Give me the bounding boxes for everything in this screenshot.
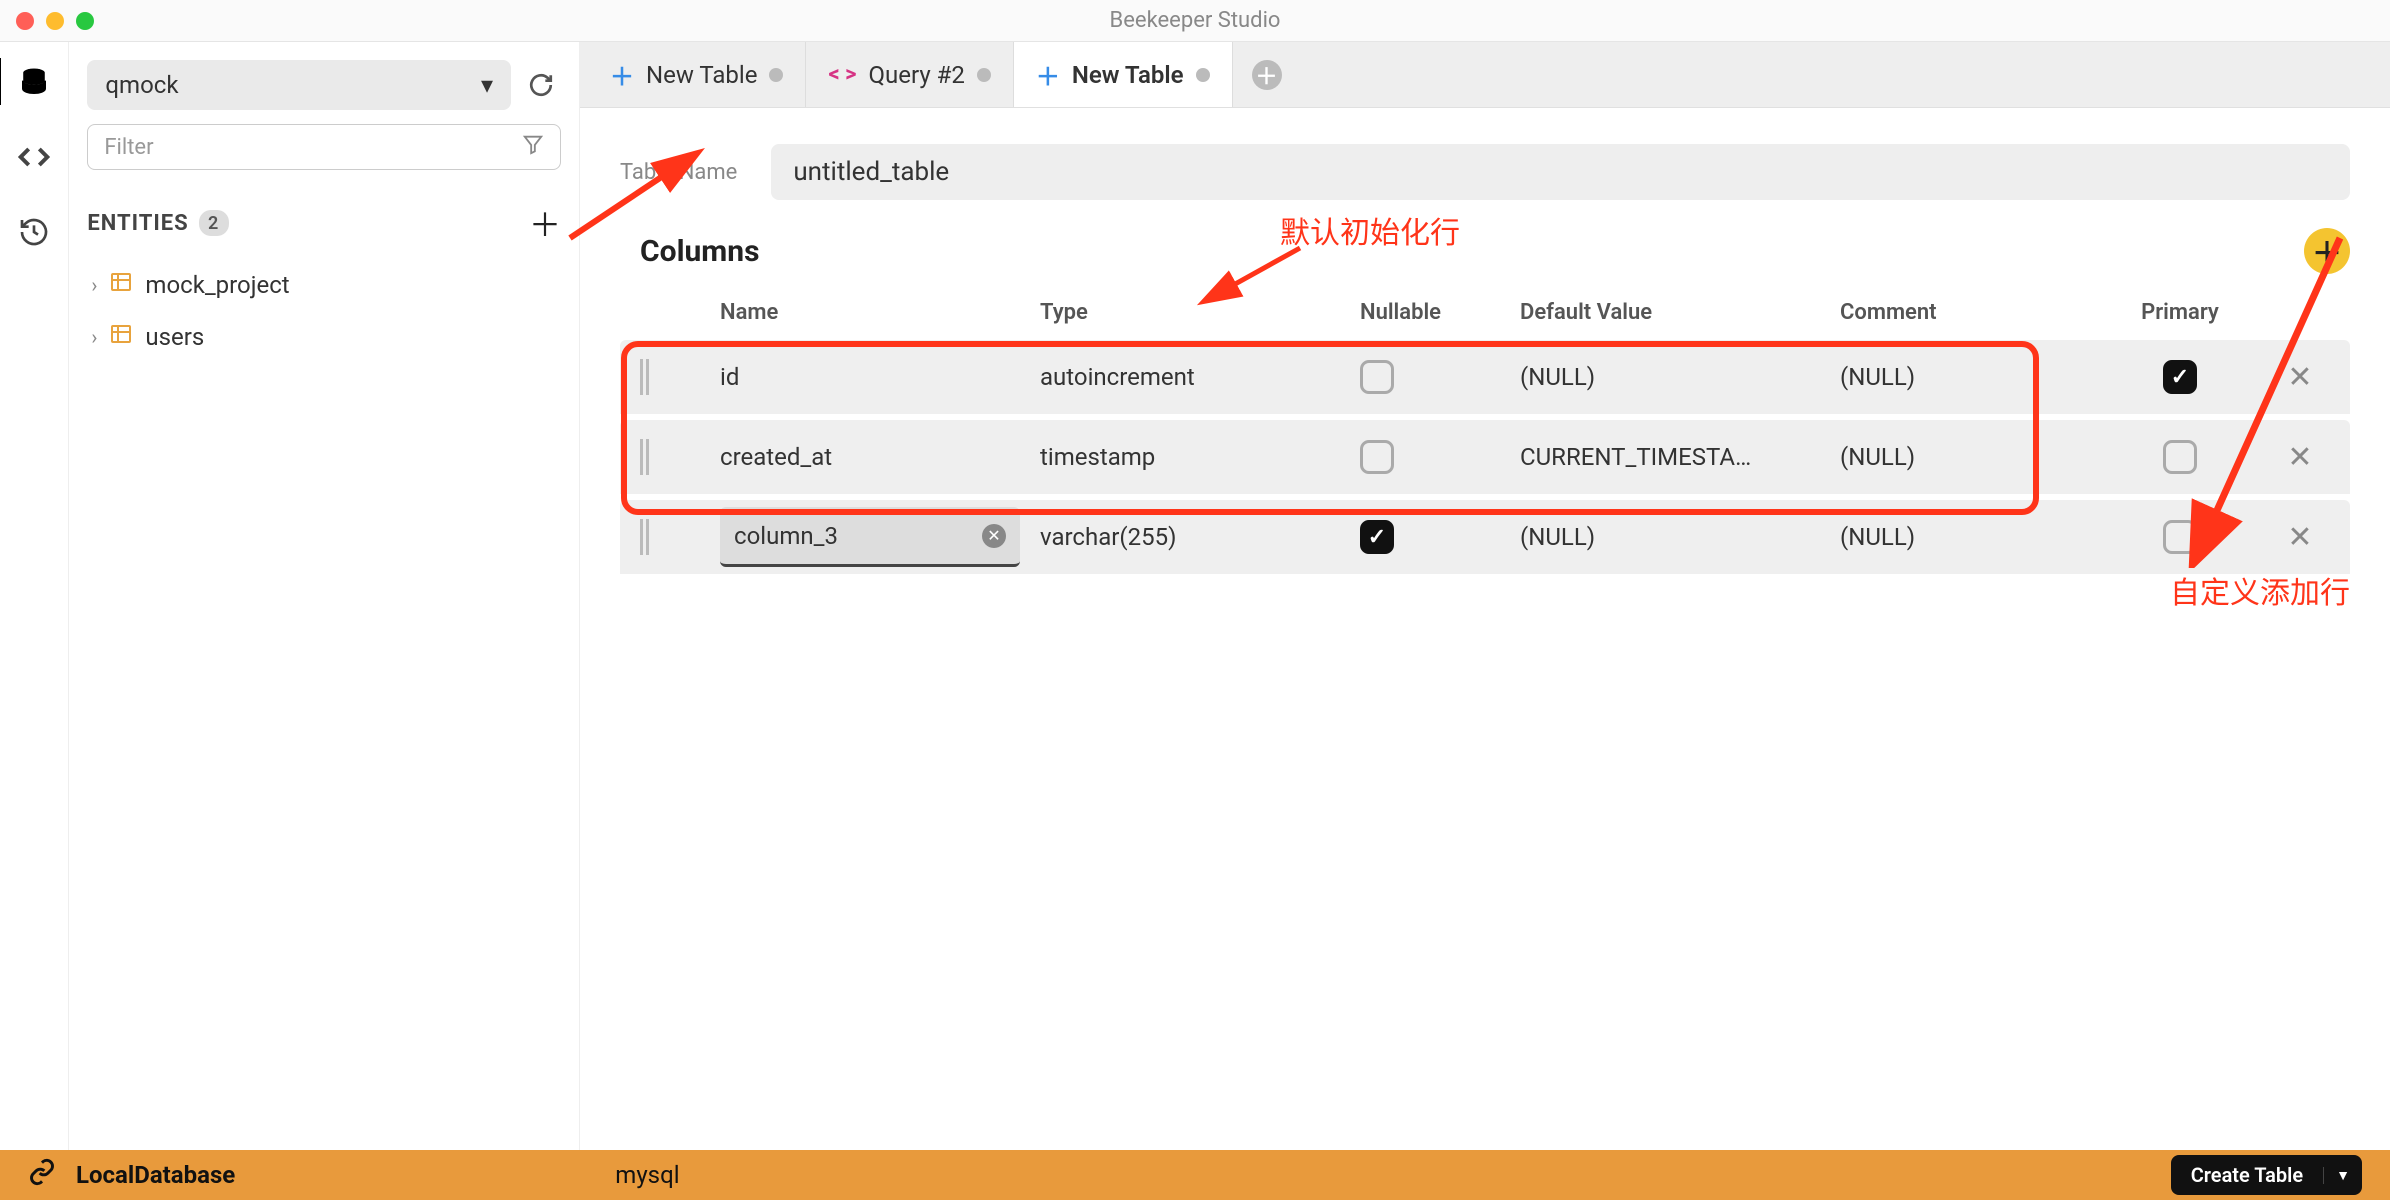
entity-name: users [145, 323, 204, 351]
tab-new-table-1[interactable]: ＋ New Table [588, 42, 806, 107]
entity-item[interactable]: › mock_project [87, 262, 561, 308]
column-type-cell[interactable]: autoincrement [1030, 363, 1350, 391]
column-name-cell[interactable]: column_3 ✕ [710, 507, 1030, 567]
tab-bar: ＋ New Table < > Query #2 ＋ New Table ＋ [580, 42, 2390, 108]
tab-label: New Table [646, 61, 757, 89]
tab-label: Query #2 [869, 61, 965, 89]
col-header-type: Type [1030, 300, 1350, 325]
entity-name: mock_project [145, 271, 289, 299]
database-selector[interactable]: qmock ▾ [87, 60, 511, 110]
chevron-right-icon: › [91, 325, 97, 349]
connection-name[interactable]: LocalDatabase [76, 1161, 235, 1189]
database-selector-value: qmock [105, 71, 178, 99]
nullable-checkbox[interactable] [1350, 360, 1510, 394]
sidebar: qmock ▾ Filter ENTITIES 2 ＋ › mock_ [69, 42, 580, 1150]
tab-query-2[interactable]: < > Query #2 [806, 42, 1013, 107]
db-type-label: mysql [615, 1161, 679, 1189]
table-name-input[interactable]: untitled_table [771, 144, 2350, 200]
content-area: ＋ New Table < > Query #2 ＋ New Table ＋ T… [580, 42, 2390, 1150]
drag-handle[interactable] [640, 439, 710, 475]
tab-dirty-dot [977, 68, 991, 82]
table-name-label: Table Name [620, 160, 737, 185]
tab-dirty-dot [769, 68, 783, 82]
window-controls [16, 12, 94, 30]
entities-heading-text: ENTITIES [87, 211, 188, 236]
entities-count-badge: 2 [199, 210, 229, 236]
columns-heading: Columns [620, 234, 760, 269]
database-icon[interactable] [17, 64, 52, 99]
nullable-checkbox[interactable] [1350, 520, 1510, 554]
new-tab-button[interactable]: ＋ [1247, 42, 1287, 107]
history-icon[interactable] [17, 214, 52, 249]
tab-new-table-active[interactable]: ＋ New Table [1014, 42, 1233, 107]
col-header-primary: Primary [2110, 300, 2250, 325]
drag-handle[interactable] [640, 359, 710, 395]
code-icon[interactable] [17, 139, 52, 174]
columns-header-row: Name Type Nullable Default Value Comment… [620, 284, 2350, 340]
column-name-input[interactable]: column_3 ✕ [720, 507, 1020, 567]
filter-icon [522, 133, 544, 161]
column-name-cell[interactable]: id [710, 363, 1030, 391]
status-bar: LocalDatabase mysql Create Table ▼ [0, 1150, 2390, 1200]
delete-column-button[interactable]: ✕ [2250, 520, 2350, 555]
nav-rail [0, 42, 69, 1150]
col-header-nullable: Nullable [1350, 300, 1510, 325]
clear-input-button[interactable]: ✕ [982, 524, 1006, 548]
column-name-value: column_3 [734, 522, 838, 550]
tab-label: New Table [1072, 61, 1184, 89]
column-row: id autoincrement (NULL) (NULL) ✕ [620, 340, 2350, 420]
add-column-button[interactable]: ＋ [2304, 228, 2350, 274]
filter-input[interactable]: Filter [87, 124, 561, 170]
add-entity-button[interactable]: ＋ [529, 200, 561, 246]
primary-checkbox[interactable] [2110, 520, 2250, 554]
entity-list: › mock_project › users [87, 262, 561, 360]
drag-handle[interactable] [640, 519, 710, 555]
column-name-cell[interactable]: created_at [710, 443, 1030, 471]
columns-table: Name Type Nullable Default Value Comment… [620, 284, 2350, 580]
refresh-button[interactable] [521, 65, 561, 105]
tab-dirty-dot [1196, 68, 1210, 82]
comment-cell[interactable]: (NULL) [1830, 523, 2110, 551]
plus-icon: ＋ [1036, 57, 1060, 92]
column-row: column_3 ✕ varchar(255) (NULL) (NULL) ✕ [620, 500, 2350, 580]
app-title: Beekeeper Studio [1110, 8, 1281, 33]
chevron-right-icon: › [91, 273, 97, 297]
connection-icon [28, 1158, 56, 1192]
col-header-default: Default Value [1510, 300, 1830, 325]
table-editor: Table Name untitled_table Columns ＋ Name… [580, 108, 2390, 1150]
delete-column-button[interactable]: ✕ [2250, 360, 2350, 395]
window-maximize-button[interactable] [76, 12, 94, 30]
table-icon [109, 270, 133, 300]
delete-column-button[interactable]: ✕ [2250, 440, 2350, 475]
window-close-button[interactable] [16, 12, 34, 30]
default-value-cell[interactable]: (NULL) [1510, 523, 1830, 551]
plus-icon: ＋ [1252, 60, 1282, 90]
entities-heading: ENTITIES 2 [87, 210, 228, 236]
plus-icon: ＋ [610, 57, 634, 92]
comment-cell[interactable]: (NULL) [1830, 443, 2110, 471]
nullable-checkbox[interactable] [1350, 440, 1510, 474]
entity-item[interactable]: › users [87, 314, 561, 360]
comment-cell[interactable]: (NULL) [1830, 363, 2110, 391]
column-type-cell[interactable]: varchar(255) [1030, 523, 1350, 551]
window-minimize-button[interactable] [46, 12, 64, 30]
column-row: created_at timestamp CURRENT_TIMESTA… (N… [620, 420, 2350, 500]
filter-placeholder: Filter [104, 135, 153, 160]
create-table-label: Create Table [2171, 1163, 2323, 1187]
create-table-button[interactable]: Create Table ▼ [2171, 1155, 2362, 1195]
column-type-cell[interactable]: timestamp [1030, 443, 1350, 471]
code-icon: < > [828, 62, 856, 87]
chevron-down-icon: ▾ [481, 71, 493, 99]
col-header-comment: Comment [1830, 300, 2110, 325]
default-value-cell[interactable]: CURRENT_TIMESTA… [1510, 443, 1830, 471]
col-header-name: Name [710, 300, 1030, 325]
primary-checkbox[interactable] [2110, 360, 2250, 394]
chevron-down-icon[interactable]: ▼ [2323, 1167, 2362, 1184]
table-name-value: untitled_table [793, 157, 949, 187]
primary-checkbox[interactable] [2110, 440, 2250, 474]
table-icon [109, 322, 133, 352]
default-value-cell[interactable]: (NULL) [1510, 363, 1830, 391]
window-titlebar: Beekeeper Studio [0, 0, 2390, 42]
